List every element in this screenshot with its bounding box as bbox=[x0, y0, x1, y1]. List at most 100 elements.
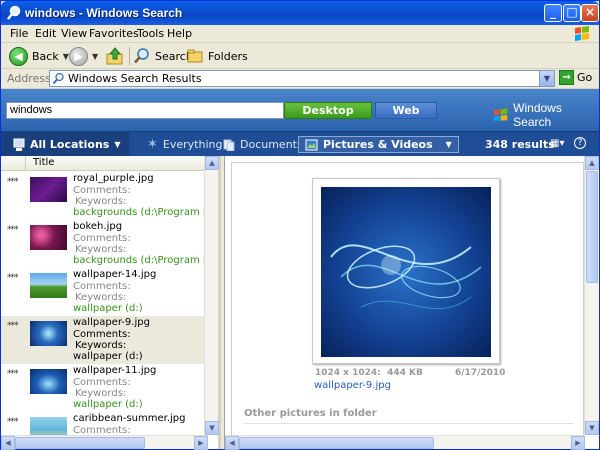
folders-label: Folders bbox=[208, 49, 248, 63]
menu-edit[interactable]: Edit bbox=[35, 27, 56, 40]
list-item[interactable]: *** wallpaper-14.jpg Comments: Keywords:… bbox=[1, 268, 208, 316]
menu-tools[interactable]: Tools bbox=[137, 27, 164, 40]
preview-horizontal-scrollbar[interactable]: ◀ ▶ bbox=[225, 435, 585, 450]
back-label: Back bbox=[32, 49, 59, 63]
go-arrow-icon: → bbox=[559, 70, 574, 85]
pictures-icon bbox=[305, 139, 318, 150]
wallpaper-preview-image[interactable] bbox=[321, 187, 491, 357]
computer-icon bbox=[13, 138, 25, 151]
file-path: wallpaper (d:) bbox=[73, 399, 143, 410]
filter-documents-label: Documents bbox=[240, 138, 303, 151]
rating: *** bbox=[7, 177, 18, 187]
filter-everything[interactable]: ✶ Everything bbox=[147, 136, 222, 153]
horizontal-scroll-thumb[interactable] bbox=[15, 437, 145, 449]
rating: *** bbox=[7, 321, 18, 331]
address-field[interactable]: Windows Search Results ▼ bbox=[49, 70, 555, 87]
folders-icon bbox=[187, 49, 203, 63]
keywords-label: Keywords: bbox=[75, 196, 127, 207]
filter-documents[interactable]: Documents bbox=[223, 136, 303, 153]
file-path: backgrounds (d:\Program Files\wunde bbox=[73, 255, 208, 266]
back-button[interactable]: ◀ Back ▼ bbox=[9, 45, 69, 67]
menu-favorites[interactable]: Favorites bbox=[89, 27, 139, 40]
thumbnail bbox=[30, 417, 67, 435]
forward-dropdown-icon[interactable]: ▼ bbox=[92, 52, 98, 61]
list-item[interactable]: *** wallpaper-11.jpg Comments: Keywords:… bbox=[1, 364, 208, 412]
list-horizontal-scrollbar[interactable]: ◀ ▶ bbox=[1, 435, 208, 450]
menu-bar: File Edit View Favorites Tools Help bbox=[1, 25, 599, 43]
back-dropdown-icon[interactable]: ▼ bbox=[63, 52, 69, 61]
keywords-label: Keywords: bbox=[75, 388, 127, 399]
close-button[interactable]: × bbox=[581, 4, 599, 22]
desktop-search-button[interactable]: Desktop bbox=[284, 102, 372, 119]
filter-pictures-videos[interactable]: Pictures & Videos ▼ bbox=[298, 136, 459, 153]
menu-view[interactable]: View bbox=[61, 27, 87, 40]
file-path: backgrounds (d:\Program Files\wunde bbox=[73, 207, 208, 218]
all-locations-dropdown[interactable]: All Locations ▼ bbox=[1, 132, 129, 157]
preview-filename-link[interactable]: wallpaper-9.jpg bbox=[314, 380, 391, 391]
menu-help[interactable]: Help bbox=[167, 27, 192, 40]
preview-vertical-scrollbar[interactable]: ▲ ▼ bbox=[584, 156, 599, 435]
title-bar[interactable]: windows - Windows Search _ □ × bbox=[1, 1, 599, 25]
scroll-down-icon[interactable]: ▼ bbox=[205, 421, 219, 435]
file-name: wallpaper-11.jpg bbox=[73, 365, 157, 376]
search-input[interactable]: windows bbox=[6, 102, 284, 119]
brand-text: Windows Search bbox=[513, 101, 562, 129]
file-path: wallpaper (d:) bbox=[73, 351, 143, 362]
star-icon: ✶ bbox=[147, 137, 158, 152]
results-count: 348 results bbox=[485, 138, 555, 151]
address-dropdown-icon[interactable]: ▼ bbox=[539, 71, 554, 86]
scroll-left-icon[interactable]: ◀ bbox=[225, 436, 239, 450]
minimize-button[interactable]: _ bbox=[544, 4, 562, 22]
scroll-right-icon[interactable]: ▶ bbox=[571, 436, 585, 450]
address-label: Address bbox=[7, 72, 51, 85]
filter-everything-label: Everything bbox=[162, 138, 223, 151]
explorer-window: windows - Windows Search _ □ × File Edit… bbox=[0, 0, 600, 450]
filter-pictures-label: Pictures & Videos bbox=[323, 138, 433, 151]
go-button[interactable]: → Go bbox=[559, 70, 592, 85]
file-path: wallpaper (d:) bbox=[73, 303, 143, 314]
go-label: Go bbox=[577, 71, 593, 84]
search-button[interactable]: Search bbox=[133, 45, 193, 67]
divider bbox=[244, 423, 574, 424]
web-search-button[interactable]: Web bbox=[375, 102, 437, 119]
list-item[interactable]: *** bokeh.jpg Comments: Keywords: backgr… bbox=[1, 220, 208, 268]
file-name: caribbean-summer.jpg bbox=[73, 413, 186, 424]
keywords-label: Keywords: bbox=[75, 244, 127, 255]
menu-file[interactable]: File bbox=[10, 27, 28, 40]
scroll-down-icon[interactable]: ▼ bbox=[585, 421, 599, 435]
search-results-icon bbox=[52, 72, 64, 85]
scroll-up-icon[interactable]: ▲ bbox=[585, 156, 599, 170]
results-list: Title *** royal_purple.jpg Comments: Key… bbox=[1, 156, 221, 450]
file-name: wallpaper-9.jpg bbox=[73, 317, 150, 328]
list-vertical-scrollbar[interactable]: ▲ ▼ bbox=[204, 156, 219, 435]
list-item-selected[interactable]: *** wallpaper-9.jpg Comments: Keywords: … bbox=[1, 316, 208, 364]
folders-button[interactable]: Folders bbox=[186, 45, 248, 67]
keywords-label: Keywords: bbox=[75, 292, 127, 303]
forward-button[interactable]: ▶ ▼ bbox=[69, 45, 98, 67]
address-bar: Address Windows Search Results ▼ → Go bbox=[1, 69, 599, 89]
up-folder-button[interactable] bbox=[105, 45, 125, 67]
view-options-icon[interactable]: ▦▾ bbox=[550, 138, 564, 149]
horizontal-scroll-thumb[interactable] bbox=[239, 437, 434, 449]
up-folder-icon bbox=[106, 47, 123, 65]
list-item[interactable]: *** royal_purple.jpg Comments: Keywords:… bbox=[1, 172, 208, 220]
scroll-up-icon[interactable]: ▲ bbox=[205, 156, 219, 170]
documents-icon bbox=[223, 139, 235, 151]
preview-content: 1024 x 1024: 444 KB 6/17/2010 wallpaper-… bbox=[231, 162, 584, 436]
column-title[interactable]: Title bbox=[33, 157, 54, 168]
vertical-scroll-thumb[interactable] bbox=[586, 171, 598, 283]
comments-label: Comments: bbox=[73, 425, 131, 435]
list-item[interactable]: *** caribbean-summer.jpg Comments: bbox=[1, 412, 208, 435]
chevron-down-icon: ▼ bbox=[114, 140, 121, 149]
scroll-right-icon[interactable]: ▶ bbox=[194, 436, 208, 450]
help-icon[interactable]: ? bbox=[574, 137, 586, 149]
thumbnail bbox=[30, 177, 67, 202]
rating: *** bbox=[7, 225, 18, 235]
search-band: windows Desktop Web Windows Search bbox=[1, 89, 599, 131]
scroll-left-icon[interactable]: ◀ bbox=[1, 436, 15, 450]
thumbnail bbox=[30, 369, 67, 394]
rating: *** bbox=[7, 273, 18, 283]
rating: *** bbox=[7, 369, 18, 379]
maximize-button[interactable]: □ bbox=[563, 4, 581, 22]
location-label: All Locations bbox=[30, 138, 110, 151]
